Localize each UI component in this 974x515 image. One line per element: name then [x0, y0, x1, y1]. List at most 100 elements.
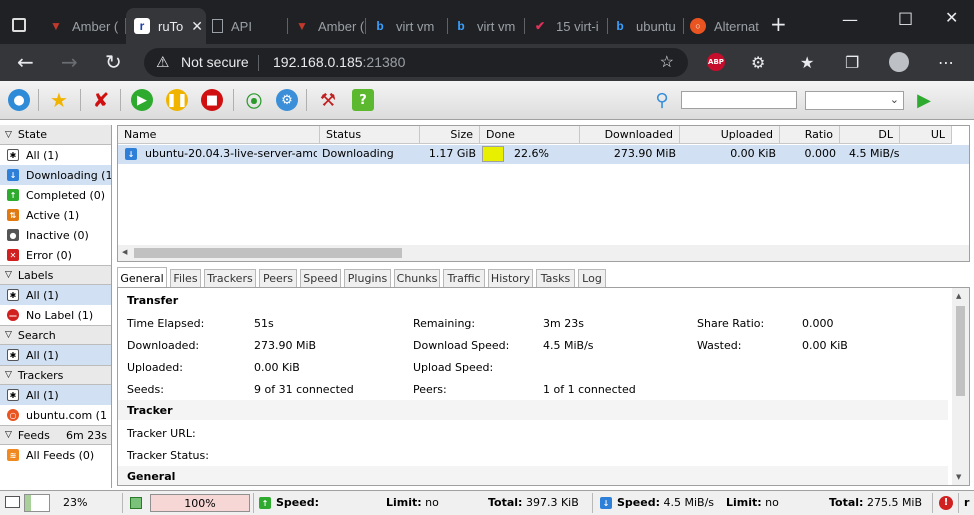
scroll-down-icon[interactable]: ▼ — [956, 473, 961, 481]
tab-general[interactable]: General — [117, 267, 167, 288]
browser-tab-ubuntu[interactable]: b ubuntu — [612, 8, 684, 44]
favorites-icon[interactable]: ★ — [800, 53, 814, 72]
state-item-active[interactable]: ⇅ Active (1) — [0, 205, 111, 225]
search-item-all[interactable]: ✱ All (1) — [0, 345, 111, 365]
column-header-dl[interactable]: DL — [840, 126, 900, 144]
trackers-item-ubuntu[interactable]: ○ ubuntu.com (1 ; 1 — [0, 405, 111, 425]
column-header-downloaded[interactable]: Downloaded — [580, 126, 680, 144]
column-header-ratio[interactable]: Ratio — [780, 126, 840, 144]
tab-separator — [365, 18, 366, 34]
state-item-error[interactable]: ✕ Error (0) — [0, 245, 111, 265]
tab-tasks[interactable]: Tasks — [536, 269, 575, 287]
torrent-downloaded: 273.90 MiB — [613, 147, 676, 160]
add-torrent-star-icon[interactable]: ★ — [48, 88, 70, 112]
search-icon[interactable]: ⚲ — [651, 89, 673, 111]
tab-title: ubuntu — [636, 18, 676, 34]
column-header-uploaded[interactable]: Uploaded — [680, 126, 780, 144]
search-input[interactable] — [681, 91, 797, 109]
feeds-header[interactable]: ▽ Feeds 6m 23s — [0, 425, 111, 445]
minimize-icon[interactable]: — — [842, 10, 858, 29]
state-item-downloading[interactable]: ↓ Downloading (1) — [0, 165, 111, 185]
transfer-section-title: Transfer — [118, 290, 948, 310]
search-item-label: All (1) — [26, 348, 59, 362]
collections-icon[interactable]: ❐ — [845, 53, 859, 72]
rutorrent-icon[interactable]: r — [964, 496, 969, 509]
forward-icon[interactable]: → — [61, 52, 78, 72]
download-limit[interactable]: Limit: no — [726, 496, 779, 509]
feeds-item-all[interactable]: ≋ All Feeds (0) — [0, 445, 111, 465]
tab-speed[interactable]: Speed — [300, 269, 341, 287]
close-tab-icon[interactable]: ✕ — [191, 18, 203, 35]
labels-header[interactable]: ▽ Labels — [0, 265, 111, 285]
browser-tab-api[interactable]: API — [212, 8, 288, 44]
browser-tab-rutorrent[interactable]: r ruTo ✕ — [126, 8, 206, 44]
browser-tab-virt-i[interactable]: ✔ 15 virt-i — [532, 8, 608, 44]
state-item-completed[interactable]: ↑ Completed (0) — [0, 185, 111, 205]
settings-gear-icon[interactable]: ⚙ — [276, 89, 298, 111]
tab-history[interactable]: History — [488, 269, 533, 287]
state-item-all[interactable]: ✱ All (1) — [0, 145, 111, 165]
close-window-icon[interactable]: ✕ — [945, 8, 958, 27]
tab-peers[interactable]: Peers — [259, 269, 297, 287]
pause-torrent-icon[interactable]: ❚❚ — [166, 89, 188, 111]
back-icon[interactable]: ← — [17, 52, 34, 72]
new-tab-icon[interactable]: + — [770, 14, 787, 34]
add-favorite-icon[interactable]: ☆ — [660, 52, 674, 72]
scroll-up-icon[interactable]: ▲ — [956, 292, 961, 300]
horizontal-scrollbar[interactable]: ◀ — [118, 245, 969, 261]
alert-icon[interactable]: ! — [939, 496, 953, 510]
scrollbar-thumb[interactable] — [956, 306, 965, 396]
browser-tab-amber-1[interactable]: ▼ Amber ( — [48, 8, 126, 44]
tools-icon[interactable]: ⚒ — [317, 89, 339, 111]
tab-plugins[interactable]: Plugins — [344, 269, 391, 287]
extensions-icon[interactable]: ⚙ — [751, 53, 765, 72]
browser-tab-virt-vm-1[interactable]: b virt vm — [372, 8, 448, 44]
tab-log[interactable]: Log — [578, 269, 606, 287]
trackers-header[interactable]: ▽ Trackers — [0, 365, 111, 385]
profile-avatar[interactable] — [889, 52, 909, 72]
scroll-left-icon[interactable]: ◀ — [122, 248, 127, 256]
browser-tab-alternat[interactable]: ○ Alternat — [690, 8, 762, 44]
search-engine-select[interactable]: ⌄ — [805, 91, 904, 110]
reload-icon[interactable]: ↻ — [105, 52, 122, 72]
url-text[interactable]: 192.168.0.185:21380 — [273, 54, 405, 70]
page-icon — [212, 19, 223, 33]
more-options-icon[interactable]: ⋯ — [938, 53, 954, 72]
tab-traffic[interactable]: Traffic — [443, 269, 485, 287]
column-header-status[interactable]: Status — [320, 126, 420, 144]
browser-tab-amber-2[interactable]: ▼ Amber ( — [294, 8, 366, 44]
vertical-scrollbar[interactable]: ▲ ▼ — [952, 288, 969, 485]
start-torrent-icon[interactable]: ▶ — [131, 89, 153, 111]
help-icon[interactable]: ? — [352, 89, 374, 111]
column-header-done[interactable]: Done — [480, 126, 580, 144]
trackers-item-all[interactable]: ✱ All (1) — [0, 385, 111, 405]
column-header-name[interactable]: Name — [118, 126, 320, 144]
column-header-ul[interactable]: UL — [900, 126, 952, 144]
adblock-icon[interactable]: ABP — [707, 53, 725, 71]
add-torrent-globe-icon[interactable]: ● — [8, 89, 30, 111]
address-bar[interactable]: ⚠ Not secure 192.168.0.185:21380 ☆ — [144, 48, 688, 77]
remove-torrent-icon[interactable]: ✘ — [90, 88, 112, 112]
labels-item-all[interactable]: ✱ All (1) — [0, 285, 111, 305]
browser-tab-virt-vm-2[interactable]: b virt vm — [453, 8, 525, 44]
column-header-size[interactable]: Size — [420, 126, 480, 144]
state-header[interactable]: ▽ State — [0, 125, 111, 145]
stop-torrent-icon[interactable]: ■ — [201, 89, 223, 111]
tab-files[interactable]: Files — [170, 269, 201, 287]
rss-feed-icon[interactable]: ⦿ — [243, 89, 265, 111]
tab-chunks[interactable]: Chunks — [394, 269, 440, 287]
not-secure-label[interactable]: Not secure — [181, 54, 249, 70]
search-go-icon[interactable]: ▶ — [913, 89, 935, 111]
upload-total-value: 397.3 KiB — [525, 496, 579, 509]
upload-limit[interactable]: Limit: no — [386, 496, 439, 509]
search-header[interactable]: ▽ Search — [0, 325, 111, 345]
window-menu-icon[interactable] — [12, 18, 26, 32]
scrollbar-thumb[interactable] — [134, 248, 402, 258]
state-item-inactive[interactable]: ● Inactive (0) — [0, 225, 111, 245]
maximize-icon[interactable]: □ — [898, 8, 913, 27]
torrent-row[interactable]: ↓ ubuntu-20.04.3-live-server-amd64.iso D… — [118, 145, 969, 164]
labels-item-no-label[interactable]: — No Label (1) — [0, 305, 111, 325]
wasted-label: Wasted: — [697, 339, 742, 352]
tab-trackers[interactable]: Trackers — [204, 269, 256, 287]
torrent-size: 1.17 GiB — [428, 147, 476, 160]
